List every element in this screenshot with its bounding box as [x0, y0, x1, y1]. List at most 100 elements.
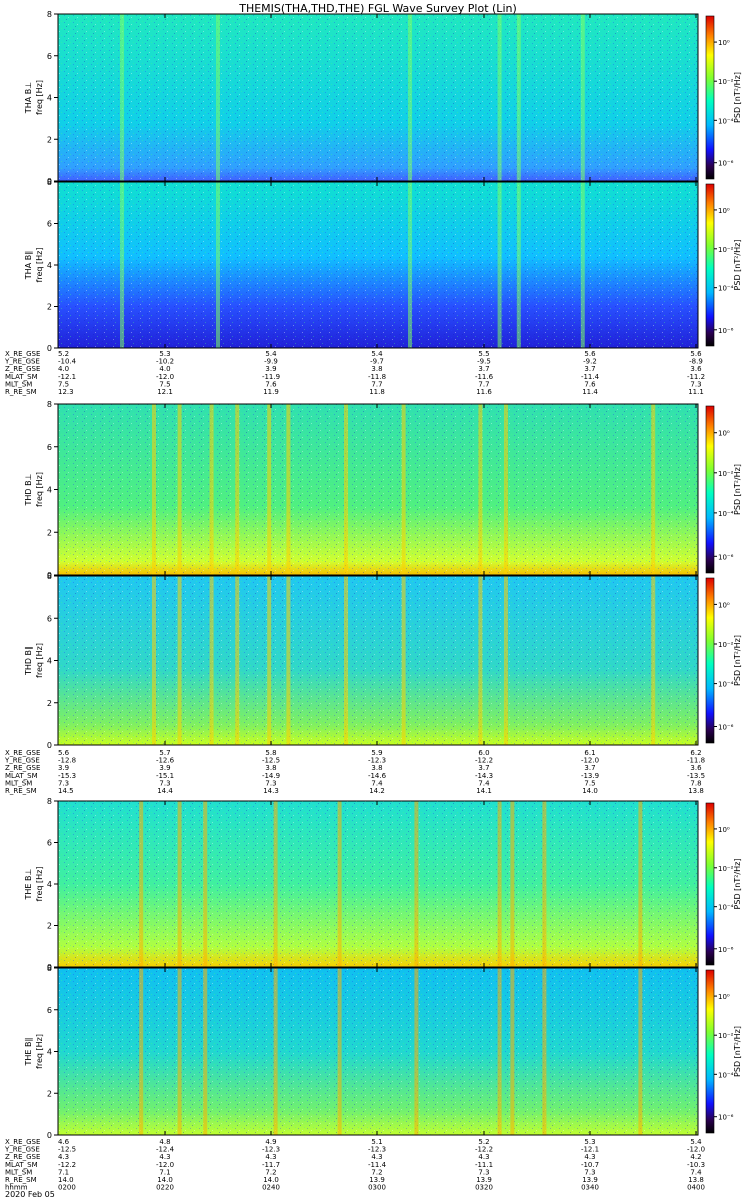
- burst-streak: [542, 968, 547, 1135]
- colorbar-tick-label: 10⁻⁶: [718, 946, 734, 954]
- burst-streak: [497, 182, 502, 348]
- colorbar-tick-label: 10⁻²: [718, 641, 734, 649]
- panel-label: THA B∥: [24, 251, 33, 280]
- colorbar-tick-label: 10⁻⁴: [718, 1071, 734, 1079]
- burst-streak: [497, 968, 502, 1135]
- burst-streak: [651, 576, 656, 745]
- y-tick-label: 6: [47, 52, 52, 61]
- spectrogram-panels: 02468THA B⊥ freq [Hz]10⁰10⁻²10⁻⁴10⁻⁶PSD […: [24, 10, 742, 1140]
- ephemeris-value: 14.2: [369, 787, 385, 795]
- y-axis-label: freq [Hz]: [35, 248, 44, 283]
- colorbar-tick-label: 10⁻²: [718, 246, 734, 254]
- burst-streak: [414, 801, 419, 967]
- panel-label: THE B∥: [24, 1038, 33, 1067]
- y-tick-label: 8: [47, 10, 52, 19]
- burst-streak: [542, 801, 547, 967]
- y-axis-label: freq [Hz]: [35, 643, 44, 678]
- burst-streak: [504, 404, 508, 575]
- y-tick-label: 0: [47, 741, 52, 750]
- y-tick-label: 2: [47, 528, 52, 537]
- panel-label: THD B⊥: [24, 473, 33, 506]
- burst-streak: [478, 404, 483, 575]
- colorbar-tick-label: 10⁰: [718, 207, 730, 215]
- ephemeris-value: 12.3: [58, 388, 74, 396]
- y-tick-label: 6: [47, 839, 52, 848]
- panel-label: THE B⊥: [24, 868, 33, 900]
- y-tick-label: 2: [47, 303, 52, 312]
- ephemeris-value: 11.9: [263, 388, 279, 396]
- colorbar-tick-label: 10⁻⁶: [718, 1114, 734, 1122]
- colorbar: [705, 183, 715, 347]
- ephemeris-block: X_RE_GSE 4.6 4.8 4.9 5.1 5.2 5.3 5.4Y_RE_GSE -12…: [4, 1138, 705, 1192]
- colorbar: [705, 577, 715, 744]
- y-tick-label: 6: [47, 443, 52, 452]
- y-tick-label: 0: [47, 344, 52, 353]
- ephemeris-value: 11.1: [688, 388, 704, 396]
- ephemeris-value: 14.1: [476, 787, 492, 795]
- burst-streak: [401, 404, 406, 575]
- colorbar-tick-label: 10⁻⁴: [718, 904, 734, 912]
- colorbar-label: PSD [nT²/Hz]: [733, 464, 742, 515]
- burst-streak: [120, 14, 124, 181]
- colorbar-tick-label: 10⁻⁴: [718, 510, 734, 518]
- spectrogram-panel: 02468THD B⊥ freq [Hz]10⁰10⁻²10⁻⁴10⁻⁶PSD […: [24, 400, 742, 580]
- colorbar-tick-label: 10⁻⁴: [718, 681, 734, 689]
- y-tick-label: 4: [47, 486, 52, 495]
- y-tick-label: 6: [47, 220, 52, 229]
- burst-streak: [177, 968, 182, 1135]
- ephemeris-value: 0300: [368, 1184, 386, 1192]
- colorbar: [705, 969, 715, 1134]
- ephemeris-value: 14.0: [582, 787, 598, 795]
- colorbar-tick-label: 10⁻²: [718, 470, 734, 478]
- spectrogram-texture: [58, 182, 698, 348]
- colorbar-label: PSD [nT²/Hz]: [733, 859, 742, 910]
- spectrogram-texture: [58, 968, 698, 1135]
- y-tick-label: 4: [47, 880, 52, 889]
- burst-streak: [177, 801, 182, 967]
- spectrogram-panel: 0 2 4 6 8 THD B∥ freq [Hz] 10⁰ 10⁻² 10⁻⁴ 10⁻⁶ PSD […: [24, 572, 742, 750]
- spectrogram-panel: 0 2 4 6 8 THE B∥ freq [Hz] 10⁰ 10⁻² 10⁻⁴ 10⁻⁶ PSD […: [24, 964, 742, 1140]
- y-tick-label: 2: [47, 699, 52, 708]
- colorbar: [705, 405, 715, 574]
- burst-streak: [216, 14, 220, 181]
- burst-streak: [408, 14, 412, 181]
- date-label: 2020 Feb 05: [5, 1190, 55, 1199]
- burst-streak: [651, 404, 656, 575]
- colorbar-tick-label: 10⁻²: [718, 78, 734, 86]
- y-tick-label: 2: [47, 1089, 52, 1098]
- ephemeris-value: 14.3: [263, 787, 279, 795]
- y-tick-label: 4: [47, 94, 52, 103]
- y-tick-label: 4: [47, 1048, 52, 1057]
- colorbar-tick-label: 10⁰: [718, 601, 730, 609]
- burst-streak: [152, 404, 156, 575]
- burst-streak: [344, 576, 348, 745]
- burst-streak: [139, 968, 144, 1135]
- ephemeris-value: 14.5: [58, 787, 74, 795]
- colorbar-tick-label: 10⁻⁴: [718, 117, 734, 125]
- y-axis-label: freq [Hz]: [35, 1034, 44, 1069]
- burst-streak: [510, 968, 515, 1135]
- burst-streak: [414, 968, 419, 1135]
- burst-streak: [120, 182, 124, 348]
- spectrogram-panel: 0 2 4 6 8 THA B∥ freq [Hz] 10⁰ 10⁻² 10⁻⁴ 10⁻⁶ PSD […: [24, 178, 742, 353]
- ephemeris-value: 14.4: [157, 787, 173, 795]
- ephemeris-value: 0320: [475, 1184, 493, 1192]
- burst-streak: [478, 576, 483, 745]
- y-tick-label: 4: [47, 657, 52, 666]
- colorbar-tick-label: 10⁰: [718, 826, 730, 834]
- burst-streak: [139, 801, 144, 967]
- burst-streak: [497, 14, 502, 181]
- ephemeris-value: 11.8: [369, 388, 385, 396]
- ephemeris-value: 0240: [262, 1184, 280, 1192]
- burst-streak: [216, 182, 220, 348]
- y-axis-label: freq [Hz]: [35, 80, 44, 115]
- y-tick-label: 4: [47, 261, 52, 270]
- burst-streak: [580, 182, 585, 348]
- ephemeris-value: 0200: [58, 1184, 76, 1192]
- ephemeris-value: 11.4: [582, 388, 598, 396]
- colorbar: [705, 802, 715, 966]
- colorbar-tick-label: 10⁰: [718, 993, 730, 1001]
- burst-streak: [516, 14, 521, 181]
- burst-streak: [235, 576, 240, 745]
- colorbar-label: PSD [nT²/Hz]: [733, 635, 742, 686]
